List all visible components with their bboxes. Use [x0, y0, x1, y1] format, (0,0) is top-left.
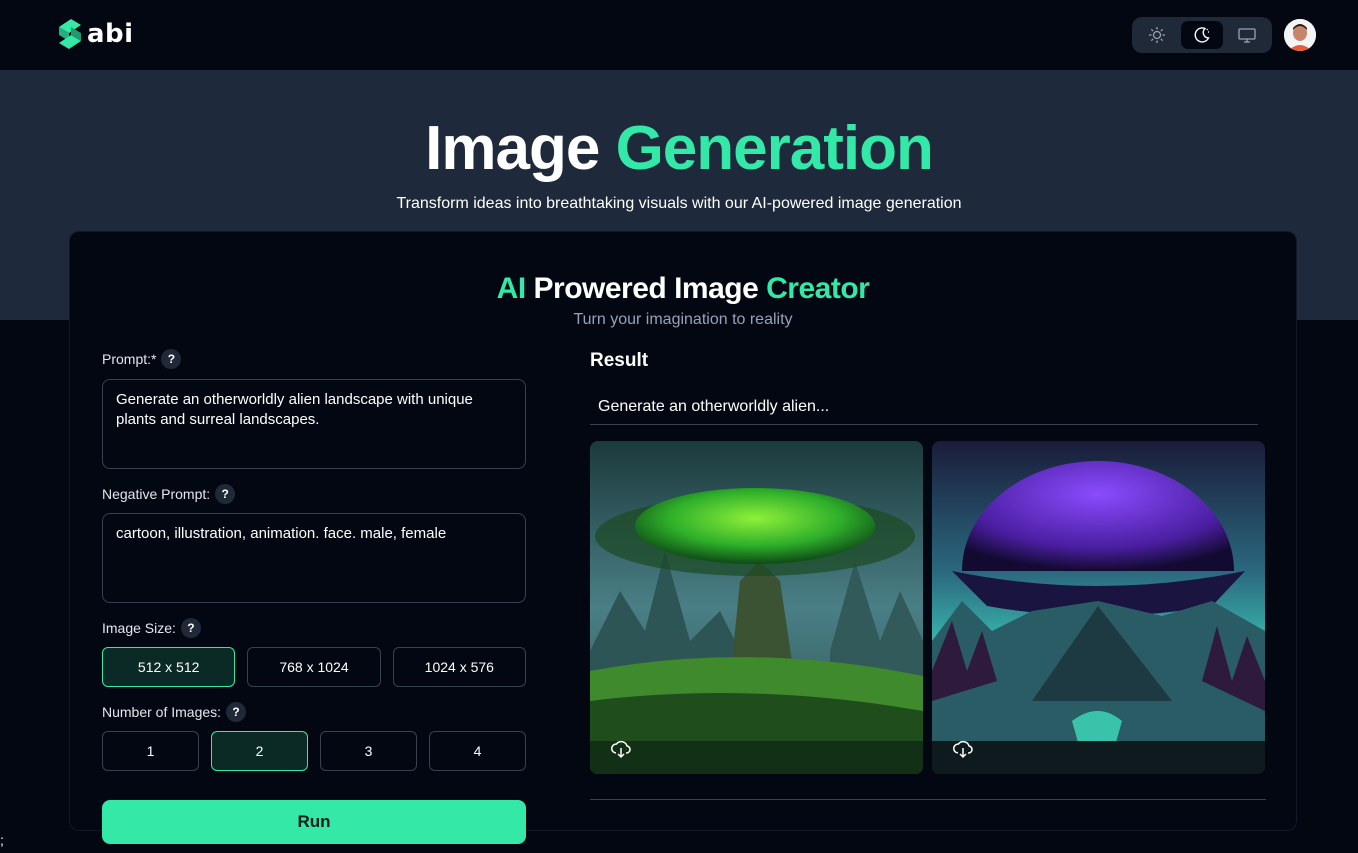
- download-icon[interactable]: [952, 738, 974, 760]
- moon-icon: [1194, 27, 1210, 43]
- download-icon[interactable]: [610, 738, 632, 760]
- user-avatar[interactable]: [1284, 19, 1316, 51]
- card-subtitle: Turn your imagination to reality: [573, 311, 793, 328]
- user-avatar-image: [1284, 19, 1316, 51]
- image-size-option[interactable]: 512 x 512: [102, 647, 236, 687]
- image-size-help-icon[interactable]: ?: [180, 618, 201, 638]
- theme-system-button[interactable]: [1227, 21, 1268, 49]
- image-size-options: 512 x 512 768 x 1024 1024 x 576: [102, 647, 526, 687]
- card-title: AI Prowered Image Creator: [70, 272, 1296, 306]
- run-button[interactable]: Run: [102, 800, 526, 844]
- page-title: Image Generation: [0, 114, 1358, 184]
- prompt-help-icon[interactable]: ?: [161, 349, 182, 369]
- brand-logo[interactable]: abi: [55, 17, 134, 51]
- result-heading: Result: [590, 350, 649, 371]
- image-creator-card: AI Prowered Image Creator Turn your imag…: [69, 231, 1297, 844]
- negative-prompt-input[interactable]: cartoon, illustration, animation. face. …: [102, 513, 526, 603]
- prompt-label-text: Prompt:*: [102, 351, 157, 367]
- monitor-icon: [1238, 28, 1256, 43]
- prompt-input[interactable]: Generate an otherworldly alien landscape…: [102, 379, 526, 469]
- brand-name: abi: [87, 19, 134, 49]
- card-title-accent-2: Creator: [766, 272, 870, 305]
- image-count-option[interactable]: 1: [102, 731, 199, 771]
- negative-prompt-help-icon[interactable]: ?: [215, 484, 236, 504]
- theme-switcher: [1132, 17, 1272, 53]
- theme-light-button[interactable]: [1136, 21, 1177, 49]
- image-count-option[interactable]: 2: [211, 731, 308, 771]
- image-size-label: Image Size: ?: [102, 617, 201, 639]
- image-size-option[interactable]: 768 x 1024: [247, 647, 381, 687]
- sun-icon: [1148, 27, 1165, 43]
- result-image-2[interactable]: [932, 441, 1265, 774]
- image-count-options: 1 2 3 4: [102, 731, 526, 771]
- page-subtitle: Transform ideas into breathtaking visual…: [396, 195, 962, 212]
- brand-logo-mark-icon: [59, 19, 81, 49]
- image-count-label-text: Number of Images:: [102, 704, 222, 720]
- theme-dark-button[interactable]: [1181, 21, 1223, 49]
- generated-image-green-tree: [590, 441, 923, 774]
- page-title-main: Image: [425, 114, 600, 183]
- page-title-accent: Generation: [615, 114, 934, 183]
- stray-text: ;: [0, 832, 4, 848]
- top-navigation-bar: abi: [0, 0, 1358, 70]
- result-divider: [590, 799, 1266, 800]
- image-count-help-icon[interactable]: ?: [226, 702, 247, 722]
- image-size-label-text: Image Size:: [102, 620, 176, 636]
- prompt-label: Prompt:* ?: [102, 348, 182, 370]
- negative-prompt-label-text: Negative Prompt:: [102, 486, 211, 502]
- result-image-1[interactable]: [590, 441, 923, 774]
- result-prompt-preview: Generate an otherworldly alien...: [590, 398, 1258, 425]
- image-count-option[interactable]: 3: [320, 731, 417, 771]
- card-title-middle: Prowered Image: [533, 272, 759, 305]
- image-count-option[interactable]: 4: [429, 731, 526, 771]
- generated-image-purple-dome: [932, 441, 1265, 774]
- image-size-option[interactable]: 1024 x 576: [392, 647, 526, 687]
- card-title-accent-1: AI: [496, 272, 527, 305]
- image-count-label: Number of Images: ?: [102, 701, 247, 723]
- negative-prompt-label: Negative Prompt: ?: [102, 483, 236, 505]
